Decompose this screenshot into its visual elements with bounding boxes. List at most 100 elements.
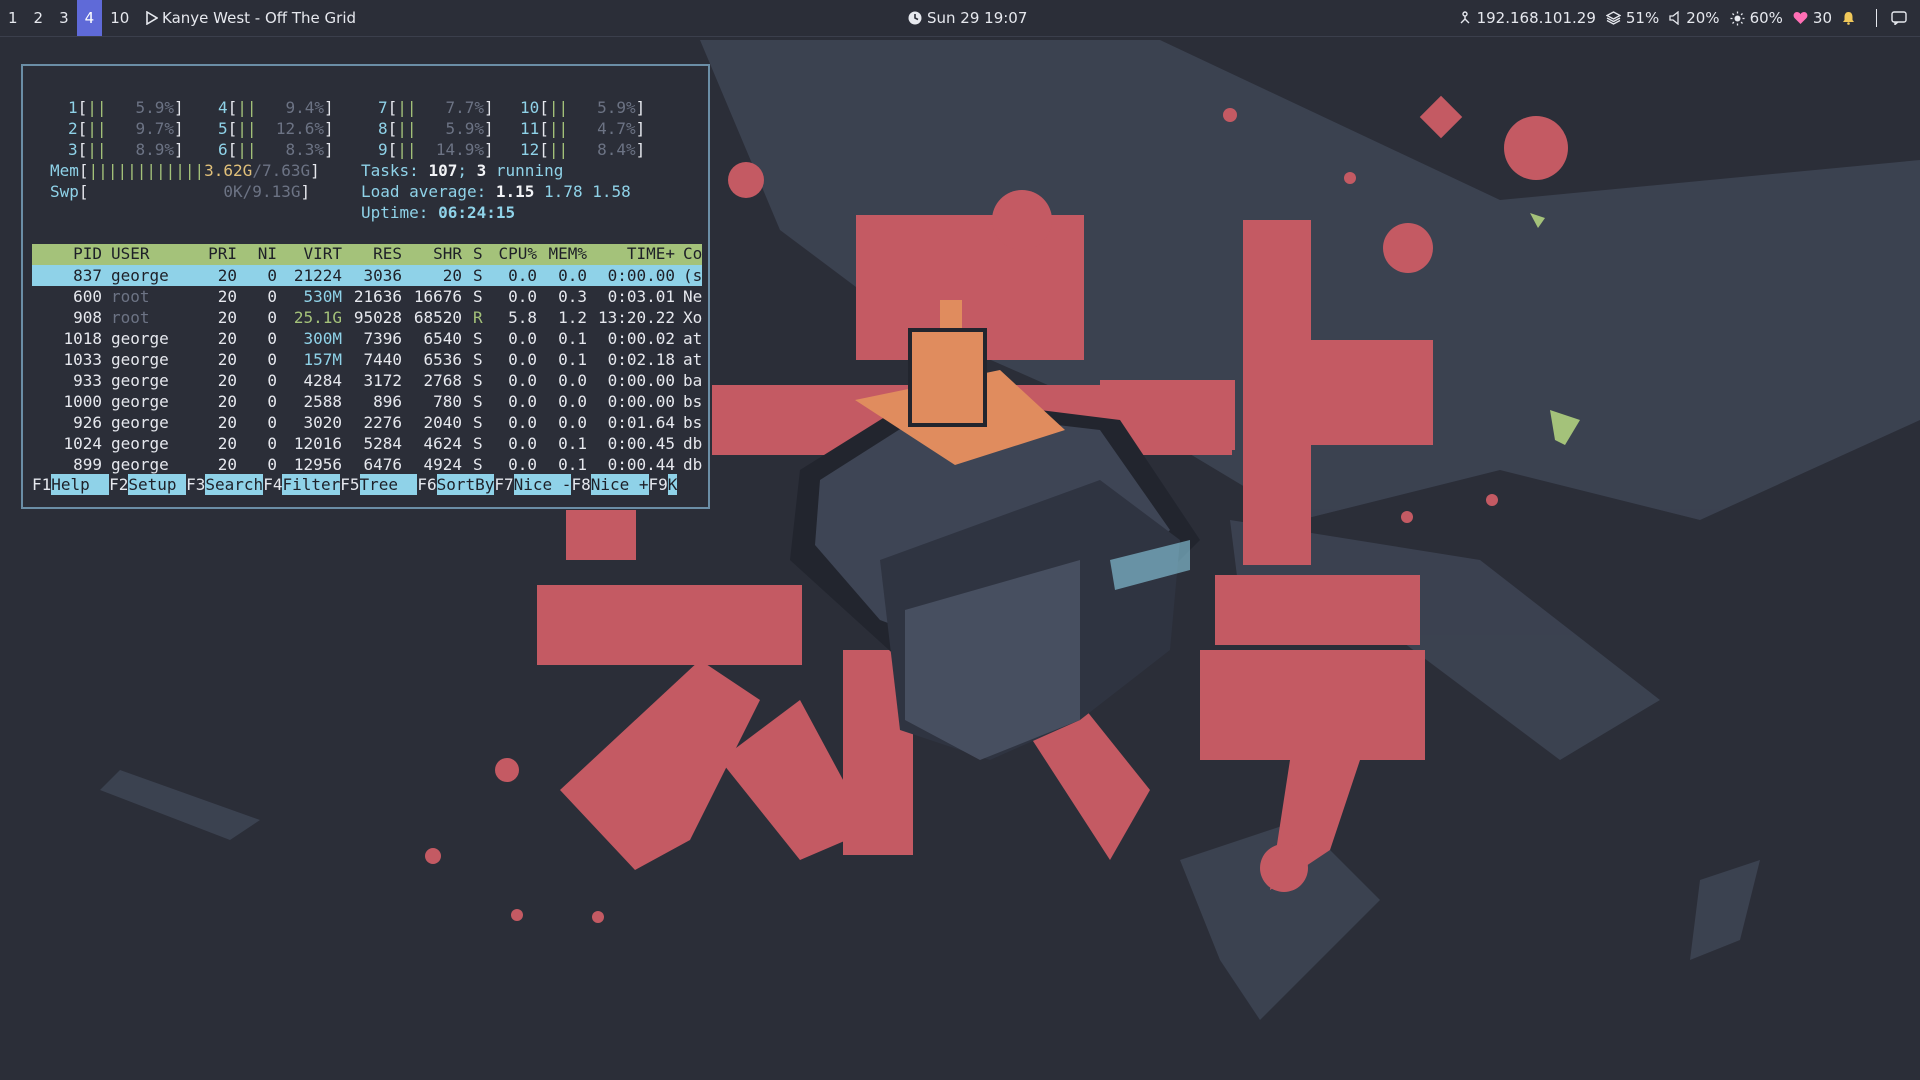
tree-button[interactable]: Tree <box>359 474 418 495</box>
process-row[interactable]: 1033 george 20 0 157M 7440 6536 S 0.0 0.… <box>32 349 702 370</box>
workspace-switcher: 1 2 3 4 10 <box>0 0 137 36</box>
process-row[interactable]: 600 root 20 0 530M 21636 16676 S 0.0 0.3… <box>32 286 702 307</box>
state: S <box>473 266 483 285</box>
nice-plus-button[interactable]: Nice + <box>590 474 649 495</box>
command: at <box>683 329 703 348</box>
col-pid[interactable]: PID <box>32 244 102 263</box>
mem-percent: 0.1 <box>558 434 587 453</box>
play-icon <box>146 11 158 25</box>
col-state[interactable]: S <box>473 244 483 263</box>
state: S <box>473 392 483 411</box>
notifications[interactable] <box>1842 11 1860 25</box>
setup-button[interactable]: Setup <box>128 474 187 495</box>
col-cpu[interactable]: CPU% <box>487 244 537 263</box>
cpu-meter: 6[|| 8.3%] <box>218 140 334 159</box>
sortby-button[interactable]: SortBy <box>436 474 495 495</box>
kill-button[interactable]: K <box>667 474 678 495</box>
workspace-4[interactable]: 4 <box>76 0 103 36</box>
cpu-percent: 0.0 <box>508 350 537 369</box>
pid: 933 <box>73 371 102 390</box>
res: 896 <box>373 392 402 411</box>
f4-key: F4 <box>263 475 283 494</box>
workspace-3[interactable]: 3 <box>51 0 77 36</box>
process-table-header[interactable]: PID USER PRI NI VIRT RES SHR S CPU% MEM%… <box>32 244 702 265</box>
brightness-percent: 60% <box>1749 9 1783 27</box>
cpu-percent: 5.8 <box>508 308 537 327</box>
cpu-percent: 0.0 <box>508 392 537 411</box>
priority: 20 <box>217 266 237 285</box>
nice: 0 <box>267 434 277 453</box>
virt: 21224 <box>293 266 342 285</box>
col-virt[interactable]: VIRT <box>282 244 342 263</box>
col-mem[interactable]: MEM% <box>537 244 587 263</box>
cpu-time: 0:01.64 <box>607 413 675 432</box>
res: 7396 <box>363 329 402 348</box>
user: root <box>111 287 150 306</box>
clock[interactable]: Sun 29 19:07 <box>908 0 1027 36</box>
cpu-percent: 0.0 <box>508 455 537 474</box>
col-time[interactable]: TIME+ <box>587 244 675 263</box>
col-user[interactable]: USER <box>111 244 150 263</box>
nice: 0 <box>267 371 277 390</box>
disk-status[interactable]: 51% <box>1605 9 1659 27</box>
mem-percent: 0.0 <box>558 392 587 411</box>
col-command[interactable]: Co <box>683 244 702 263</box>
user: george <box>111 413 169 432</box>
help-button[interactable]: Help <box>51 474 110 495</box>
now-playing[interactable]: Kanye West - Off The Grid <box>146 0 356 36</box>
res: 5284 <box>363 434 402 453</box>
user: george <box>111 371 169 390</box>
col-ni[interactable]: NI <box>242 244 277 263</box>
col-pri[interactable]: PRI <box>192 244 237 263</box>
uptime: Uptime: 06:24:15 <box>361 203 516 222</box>
command: at <box>683 350 703 369</box>
htop-terminal[interactable]: 1[|| 5.9%] 2[|| 9.7%] 3[|| 8.9%] 4[|| 9.… <box>21 64 710 509</box>
virt: 157M <box>303 350 342 369</box>
command: db <box>683 434 703 453</box>
cpu-percent: 0.0 <box>508 266 537 285</box>
cpu-time: 0:00.00 <box>607 392 675 411</box>
notification-center[interactable] <box>1891 11 1912 25</box>
f6-key: F6 <box>417 475 437 494</box>
filter-button[interactable]: Filter <box>282 474 341 495</box>
process-row[interactable]: 908 root 20 0 25.1G 95028 68520 R 5.8 1.… <box>32 307 702 328</box>
process-row[interactable]: 899 george 20 0 12956 6476 4924 S 0.0 0.… <box>32 454 702 475</box>
memory-meter: Mem[||||||||||||3.62G/7.63G] <box>50 161 320 180</box>
col-res[interactable]: RES <box>342 244 402 263</box>
brightness-status[interactable]: 60% <box>1730 9 1783 27</box>
workspace-2[interactable]: 2 <box>26 0 52 36</box>
f5-key: F5 <box>340 475 360 494</box>
res: 2276 <box>363 413 402 432</box>
top-bar: 1 2 3 4 10 Kanye West - Off The Grid Sun… <box>0 0 1920 37</box>
shr: 2768 <box>423 371 462 390</box>
volume-icon <box>1669 11 1679 25</box>
nice-minus-button[interactable]: Nice - <box>513 474 572 495</box>
workspace-10[interactable]: 10 <box>102 0 137 36</box>
network-status[interactable]: 192.168.101.29 <box>1458 9 1596 27</box>
mem-percent: 0.1 <box>558 455 587 474</box>
res: 6476 <box>363 455 402 474</box>
col-shr[interactable]: SHR <box>402 244 462 263</box>
cpu-percent: 0.0 <box>508 329 537 348</box>
process-row[interactable]: 926 george 20 0 3020 2276 2040 S 0.0 0.0… <box>32 412 702 433</box>
virt: 25.1G <box>293 308 342 327</box>
mem-percent: 1.2 <box>558 308 587 327</box>
pid: 908 <box>73 308 102 327</box>
process-row[interactable]: 1018 george 20 0 300M 7396 6540 S 0.0 0.… <box>32 328 702 349</box>
command: db <box>683 455 703 474</box>
heart-status[interactable]: 30 <box>1793 9 1832 27</box>
cpu-time: 13:20.22 <box>597 308 675 327</box>
process-row-selected[interactable]: 837 george 20 0 21224 3036 20 S 0.0 0.0 … <box>32 265 702 286</box>
search-button[interactable]: Search <box>205 474 264 495</box>
virt: 4284 <box>303 371 342 390</box>
process-row[interactable]: 933 george 20 0 4284 3172 2768 S 0.0 0.0… <box>32 370 702 391</box>
volume-status[interactable]: 20% <box>1669 9 1720 27</box>
process-row[interactable]: 1024 george 20 0 12016 5284 4624 S 0.0 0… <box>32 433 702 454</box>
process-row[interactable]: 1000 george 20 0 2588 896 780 S 0.0 0.0 … <box>32 391 702 412</box>
priority: 20 <box>217 371 237 390</box>
cpu-time: 0:03.01 <box>607 287 675 306</box>
nice: 0 <box>267 287 277 306</box>
mem-percent: 0.0 <box>558 266 587 285</box>
nice: 0 <box>267 392 277 411</box>
workspace-1[interactable]: 1 <box>0 0 26 36</box>
